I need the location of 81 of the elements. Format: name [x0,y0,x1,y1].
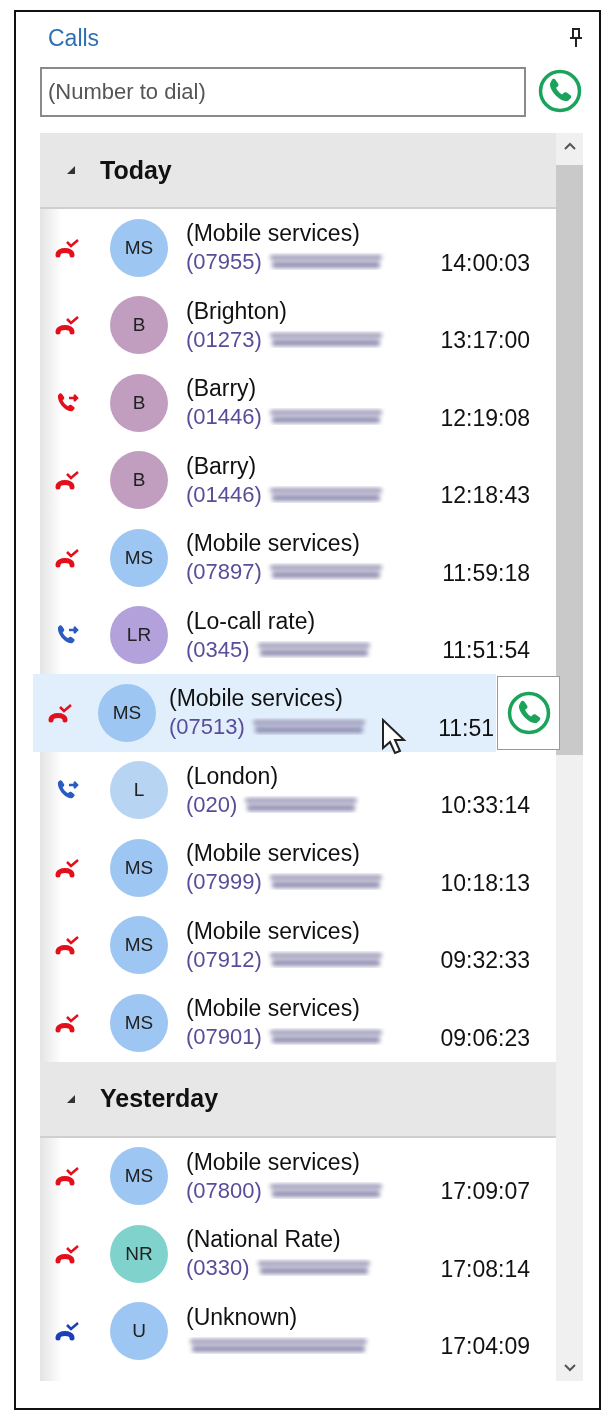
call-time: 17:08:14 [440,1255,531,1284]
dial-number-field[interactable]: (Number to dial) [40,67,526,117]
area-code: (07955) [186,249,262,276]
contact-avatar: B [110,296,168,355]
call-time: 12:18:43 [440,482,531,510]
call-time: 11:59:18 [442,559,531,588]
contact-avatar: U [110,1302,168,1361]
scroll-thumb[interactable] [556,165,583,755]
contact-avatar: B [110,373,168,432]
area-code: (020) [186,791,238,818]
contact-name: (Mobile services) [186,220,361,248]
expand-triangle-icon[interactable] [66,1093,76,1104]
call-row[interactable]: NR (National Rate) (0330) 17:08:14 [40,1215,556,1293]
call-time: 14:00:03 [440,249,531,278]
contact-name: (Barry) [186,375,258,403]
group-header[interactable]: Yesterday [40,1061,556,1138]
area-code: (07513) [169,714,245,741]
call-time: 17:09:07 [440,1178,531,1206]
contact-name: (Mobile services) [186,530,361,558]
scroll-down-icon[interactable] [562,1363,577,1373]
contact-name: (Mobile services) [186,1148,361,1176]
mouse-cursor-icon [381,718,407,756]
area-code: (01446) [186,481,262,508]
call-time: 11:51 [438,714,495,743]
call-time: 09:06:23 [440,1024,531,1053]
call-row[interactable]: MS (Mobile services) (07999) 10:18:13 [40,829,556,907]
call-row[interactable]: MS (Mobile services) (07912) 09:32:33 [40,906,556,984]
contact-avatar: NR [110,1224,168,1283]
contact-avatar: MS [98,683,156,742]
contact-name: (Unknown) [186,1303,299,1331]
contact-avatar: B [110,451,168,510]
contact-avatar: MS [110,916,168,975]
panel-title: Calls [48,24,100,52]
call-time: 09:32:33 [440,947,531,975]
contact-name: (Lo-call rate) [186,607,317,635]
contact-avatar: MS [110,1147,168,1206]
contact-avatar: LR [110,606,168,665]
contact-name: (National Rate) [186,1226,342,1254]
call-row[interactable]: MS (Mobile services) (07901) 09:06:23 [40,984,556,1062]
contact-avatar: MS [110,838,168,897]
call-row[interactable]: B (Barry) (01446) 12:18:43 [40,441,556,519]
area-code: (01446) [186,404,262,431]
call-time: 12:19:08 [440,404,531,433]
contact-name: (Mobile services) [186,840,361,868]
call-row[interactable]: L (London) (020) 10:33:14 [40,751,556,829]
call-row[interactable]: MS (Mobile services) (07897) 11:59:18 [40,519,556,597]
call-time: 11:51:54 [442,637,531,665]
area-code: (0330) [186,1255,250,1282]
call-row[interactable]: LR (Lo-call rate) (0345) 11:51:54 [40,596,556,674]
area-code: (07912) [186,946,262,973]
area-code: (07999) [186,869,262,896]
call-button[interactable] [497,676,560,750]
contact-avatar: L [110,761,168,820]
call-row[interactable]: B (Barry) (01446) 12:19:08 [40,364,556,442]
contact-name: (Brighton) [186,297,288,325]
call-row[interactable]: MS (Mobile services) (07800) 17:09:07 [40,1137,556,1215]
contact-avatar: MS [110,218,168,277]
call-time: 10:18:13 [440,869,531,898]
call-row[interactable]: B (Brighton) (01273) 13:17:00 [40,286,556,364]
expand-triangle-icon[interactable] [66,165,76,175]
call-row[interactable]: U (Unknown) 17:04:09 [40,1292,556,1370]
contact-name: (Mobile services) [186,995,361,1023]
area-code: (07901) [186,1024,262,1051]
area-code: (07897) [186,559,262,586]
pin-icon[interactable] [569,28,583,48]
contact-avatar: MS [110,528,168,587]
scroll-up-icon[interactable] [562,141,577,151]
group-header[interactable]: Today [40,133,556,209]
call-time: 17:04:09 [440,1333,531,1361]
call-row[interactable]: MS (Mobile services) (07955) 14:00:03 [40,209,556,287]
contact-name: (London) [186,762,280,790]
call-time: 10:33:14 [440,792,531,820]
area-code: (0345) [186,636,250,663]
contact-name: (Mobile services) [169,685,344,713]
contact-avatar: MS [110,993,168,1052]
area-code: (01273) [186,326,262,353]
call-time: 13:17:00 [440,327,531,355]
contact-name: (Mobile services) [186,917,361,945]
scrollbar[interactable] [556,133,583,1381]
contact-name: (Barry) [186,452,258,480]
area-code: (07800) [186,1177,262,1204]
